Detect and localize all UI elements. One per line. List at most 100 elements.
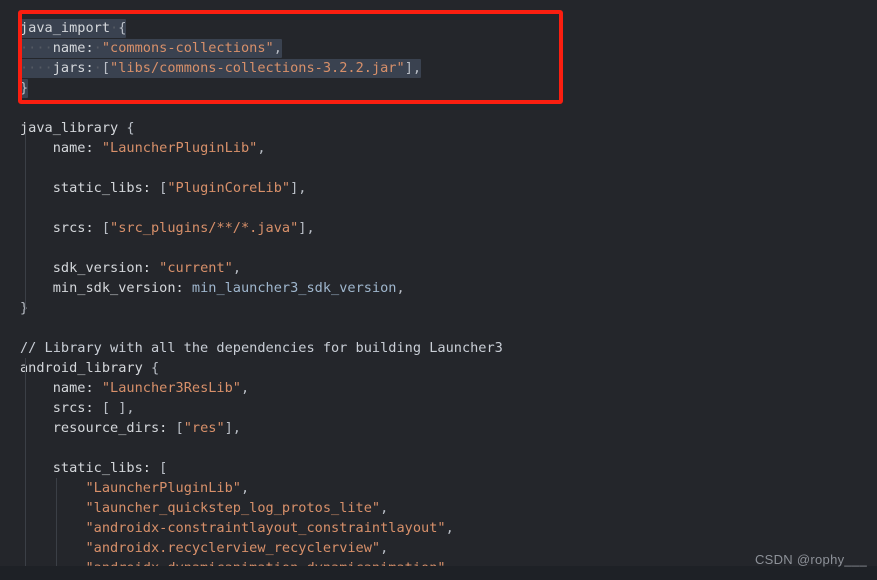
code-line[interactable]: static_libs: [ [20, 458, 168, 478]
token-punct: ], [290, 180, 307, 196]
code-line-selected[interactable]: ····jars:·["libs/commons-collections-3.2… [20, 58, 422, 78]
token-string: "libs/commons-collections-3.2.2.jar" [110, 60, 405, 76]
token-plain: android_library [20, 360, 143, 376]
selection-highlight: } [20, 79, 29, 98]
token-plain: resource_dirs: [52, 420, 168, 436]
token-punct: ], [224, 420, 241, 436]
token-punct: { [118, 20, 127, 36]
code-line[interactable]: java_library { [20, 118, 135, 138]
code-line[interactable]: name: "LauncherPluginLib", [20, 138, 266, 158]
code-line[interactable]: srcs: [ ], [20, 398, 135, 418]
code-line[interactable]: "launcher_quickstep_log_protos_lite", [20, 498, 388, 518]
token-string: "Launcher3ResLib" [101, 380, 241, 396]
token-ws: ···· [20, 40, 53, 56]
code-line-selected[interactable]: ····name:·"commons-collections", [20, 38, 282, 58]
token-ws: ···· [20, 60, 53, 76]
line-content: srcs: [ ], [20, 400, 135, 416]
code-line[interactable] [20, 318, 28, 338]
token-ws: · [110, 20, 119, 36]
indent-guide-line [56, 478, 57, 566]
token-punct: , [232, 260, 242, 276]
token-punct: } [20, 80, 29, 96]
selection-highlight: ····jars:·["libs/commons-collections-3.2… [20, 59, 422, 78]
token-punct: , [240, 480, 250, 496]
line-content: "androidx-constraintlayout_constraintlay… [20, 520, 454, 536]
code-line[interactable]: srcs: ["src_plugins/**/*.java"], [20, 218, 315, 238]
editor-bottom-strip [0, 566, 877, 580]
code-surface[interactable]: java_import·{····name:·"commons-collecti… [0, 0, 877, 580]
token-punct: [ [101, 220, 111, 236]
indent-guide-line [25, 130, 26, 310]
code-line-selected[interactable]: java_import·{ [20, 18, 127, 38]
token-comment: // Library with all the dependencies for… [20, 340, 503, 356]
token-punct: [ ], [101, 400, 135, 416]
code-line[interactable]: // Library with all the dependencies for… [20, 338, 503, 358]
token-plain: min_sdk_version: [52, 280, 184, 296]
code-line[interactable]: min_sdk_version: min_launcher3_sdk_versi… [20, 278, 405, 298]
token-punct: [ [175, 420, 184, 436]
token-plain: name: [52, 380, 94, 396]
code-line[interactable]: "androidx-constraintlayout_constraintlay… [20, 518, 454, 538]
token-plain: name: [52, 40, 94, 56]
token-plain: java_library [20, 120, 119, 136]
token-punct: , [380, 540, 389, 556]
line-content: "LauncherPluginLib", [20, 480, 249, 496]
token-punct: ], [298, 220, 315, 236]
token-punct: , [445, 520, 454, 536]
line-content: name: "LauncherPluginLib", [20, 140, 266, 156]
code-line[interactable]: name: "Launcher3ResLib", [20, 378, 249, 398]
token-plain: static_libs: [52, 180, 151, 196]
token-plain: srcs: [52, 220, 94, 236]
selection-highlight: ····name:·"commons-collections", [20, 39, 282, 58]
line-content: java_library { [20, 120, 135, 136]
token-punct: [ [159, 460, 168, 476]
token-string: "res" [183, 420, 225, 436]
token-string: "current" [159, 260, 233, 276]
code-line-selected[interactable]: } [20, 78, 29, 98]
token-punct: , [396, 280, 405, 296]
line-content: static_libs: [ [20, 460, 168, 476]
line-content: static_libs: ["PluginCoreLib"], [20, 180, 307, 196]
line-content: // Library with all the dependencies for… [20, 340, 503, 356]
code-editor[interactable]: java_import·{····name:·"commons-collecti… [0, 0, 877, 580]
token-punct: ], [404, 60, 422, 76]
line-content: "androidx.recyclerview_recyclerview", [20, 540, 388, 556]
code-line[interactable]: "androidx.recyclerview_recyclerview", [20, 538, 388, 558]
line-content: min_sdk_version: min_launcher3_sdk_versi… [20, 280, 405, 296]
token-punct: , [241, 380, 250, 396]
token-plain: jars: [52, 60, 94, 76]
indent-guide-line [25, 358, 26, 566]
token-ws: · [93, 60, 102, 76]
token-punct: [ [101, 60, 111, 76]
token-punct: , [257, 140, 266, 156]
token-punct: { [142, 360, 160, 376]
code-line[interactable]: "LauncherPluginLib", [20, 478, 249, 498]
token-punct: , [273, 40, 282, 56]
code-line[interactable]: resource_dirs: ["res"], [20, 418, 241, 438]
code-line[interactable]: static_libs: ["PluginCoreLib"], [20, 178, 307, 198]
token-ident: min_launcher3_sdk_version [191, 280, 397, 296]
code-line[interactable] [20, 98, 28, 118]
line-content: srcs: ["src_plugins/**/*.java"], [20, 220, 315, 236]
token-ws: · [93, 40, 102, 56]
line-content: "launcher_quickstep_log_protos_lite", [20, 500, 388, 516]
line-content: name: "Launcher3ResLib", [20, 380, 249, 396]
token-plain: sdk_version: [52, 260, 151, 276]
selection-highlight: java_import·{ [20, 19, 127, 38]
code-line[interactable]: sdk_version: "current", [20, 258, 241, 278]
csdn-watermark: CSDN @rophy___ [754, 552, 867, 567]
code-line[interactable]: android_library { [20, 358, 159, 378]
